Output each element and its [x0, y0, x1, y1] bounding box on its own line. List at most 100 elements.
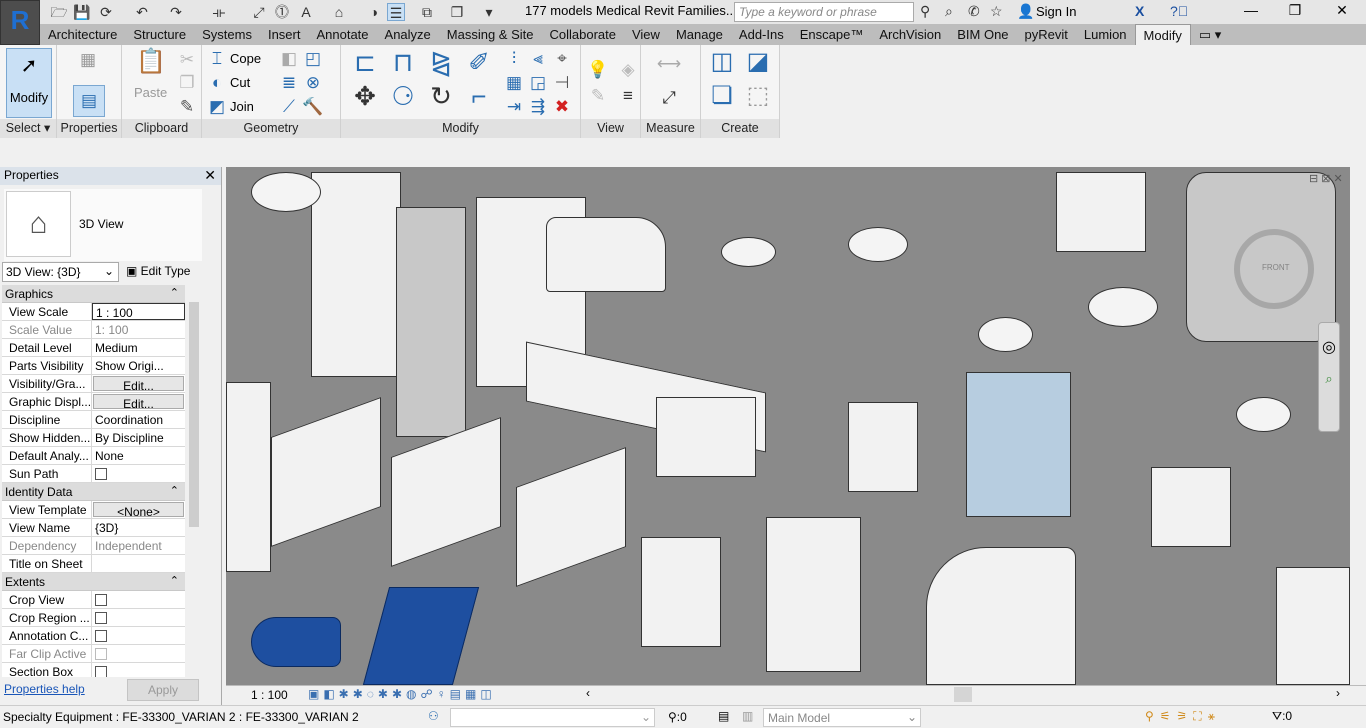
scroll-left-icon[interactable]: ‹: [586, 686, 590, 700]
3d-view-icon[interactable]: ⌂: [330, 3, 348, 21]
paint-icon[interactable]: ◰: [302, 48, 324, 70]
group-extents[interactable]: Extents ⌃: [2, 573, 185, 591]
override-graphics-icon[interactable]: ◈: [617, 59, 639, 81]
binoculars-icon[interactable]: ⚲: [920, 3, 930, 20]
sign-in-button[interactable]: Sign In: [1036, 4, 1076, 19]
trim-extend-icon[interactable]: ⌐: [463, 83, 495, 117]
tab-massing-site[interactable]: Massing & Site: [439, 24, 542, 45]
navigation-bar[interactable]: ◎ ⌕: [1318, 322, 1340, 432]
save-icon[interactable]: 💾: [73, 3, 91, 21]
hammer-icon[interactable]: 🔨: [302, 96, 324, 118]
property-value[interactable]: Coordination: [92, 411, 185, 428]
search-input[interactable]: Type a keyword or phrase: [734, 2, 914, 22]
undo-icon[interactable]: ↶: [133, 3, 151, 21]
linework-icon[interactable]: ✎: [587, 85, 609, 107]
property-checkbox[interactable]: [95, 666, 107, 677]
maximize-button[interactable]: ❐: [1280, 2, 1310, 19]
collapse-icon[interactable]: ⌃: [170, 574, 179, 587]
create-parts-icon[interactable]: ◪: [743, 50, 773, 81]
horizontal-scroll-thumb[interactable]: [954, 687, 972, 702]
select-dropdown[interactable]: Select ▾: [0, 119, 56, 138]
array-icon[interactable]: ▦: [503, 72, 525, 94]
open-icon[interactable]: 🗁: [50, 3, 68, 21]
aligned-dimension-icon[interactable]: ⤢: [651, 87, 687, 109]
design-option-dropdown[interactable]: Main Model ⌄: [763, 708, 921, 727]
property-edit-button[interactable]: Edit...: [93, 394, 184, 409]
sync-icon[interactable]: ⟳: [97, 3, 115, 21]
subscription-icon[interactable]: ⌕: [945, 3, 953, 20]
redo-icon[interactable]: ↷: [167, 3, 185, 21]
collapse-icon[interactable]: ⌃: [170, 484, 179, 497]
tab-enscape[interactable]: Enscape™: [792, 24, 872, 45]
trim-single-icon[interactable]: ⇥: [503, 96, 525, 118]
demolish-icon[interactable]: ⟋: [278, 96, 300, 118]
offset-icon[interactable]: ⊓: [387, 49, 419, 83]
favorites-star-icon[interactable]: ☆: [990, 3, 1003, 20]
property-checkbox[interactable]: [95, 612, 107, 624]
tab-lumion[interactable]: Lumion: [1076, 24, 1135, 45]
move-icon[interactable]: ✥: [349, 83, 381, 117]
measure-icon[interactable]: ⟛: [210, 3, 228, 21]
property-value[interactable]: [92, 609, 185, 626]
property-value[interactable]: [92, 591, 185, 608]
split-face-icon[interactable]: ◧: [278, 48, 300, 70]
scale-icon[interactable]: ◲: [527, 72, 549, 94]
hide-element-icon[interactable]: 💡: [587, 59, 609, 81]
zoom-icon[interactable]: ⌕: [1319, 371, 1339, 387]
cut-button[interactable]: Cut: [230, 75, 250, 90]
application-menu-button[interactable]: R: [0, 0, 40, 45]
group-graphics[interactable]: Graphics ⌃: [2, 285, 185, 303]
rotate-icon[interactable]: ↻: [425, 83, 457, 117]
design-options-icon[interactable]: ▤: [718, 709, 729, 723]
dimension-icon[interactable]: ⤢: [250, 3, 268, 21]
measure-distance-icon[interactable]: ⟷: [651, 53, 687, 75]
ribbon-display-toggle[interactable]: ▭ ▾: [1191, 24, 1229, 45]
apply-button[interactable]: Apply: [127, 679, 199, 701]
create-group-icon[interactable]: ❏: [707, 84, 737, 115]
tab-modify[interactable]: Modify: [1134, 24, 1191, 45]
cope-button[interactable]: Cope: [230, 51, 261, 66]
beam-column-joins-icon[interactable]: ⊗: [302, 72, 324, 94]
tab-insert[interactable]: Insert: [260, 24, 309, 45]
tab-structure[interactable]: Structure: [125, 24, 194, 45]
property-value[interactable]: Medium: [92, 339, 185, 356]
unpin-icon[interactable]: ⌖: [551, 48, 573, 70]
split-with-gap-icon[interactable]: ⫷: [527, 48, 549, 70]
property-value[interactable]: [92, 465, 185, 482]
tab-architecture[interactable]: Architecture: [40, 24, 125, 45]
viewcube[interactable]: FRONT: [1234, 229, 1314, 309]
delete-icon[interactable]: ✖: [551, 96, 573, 118]
filter-icon[interactable]: ⛛:0: [1272, 709, 1292, 724]
scroll-right-icon[interactable]: ›: [1336, 686, 1340, 700]
join-icon[interactable]: ◩: [206, 96, 228, 118]
thin-lines-icon[interactable]: ☰: [387, 3, 405, 21]
copy-element-icon[interactable]: ⚆: [387, 83, 419, 117]
worksets-icon[interactable]: ⚇: [428, 709, 439, 723]
close-views-icon[interactable]: ⧉: [418, 3, 436, 21]
close-icon[interactable]: ✕: [204, 167, 216, 184]
collapse-icon[interactable]: ⌃: [170, 286, 179, 299]
tab-pyrevit[interactable]: pyRevit: [1017, 24, 1076, 45]
edit-type-button[interactable]: ▣ Edit Type: [126, 264, 190, 278]
property-value[interactable]: 1 : 100: [92, 303, 185, 320]
property-checkbox[interactable]: [95, 594, 107, 606]
thin-lines-icon[interactable]: ≡: [617, 85, 639, 107]
tag-icon[interactable]: ⓵: [273, 3, 291, 21]
cut-geometry-icon[interactable]: ◐: [206, 72, 228, 94]
group-identity-data[interactable]: Identity Data ⌃: [2, 483, 185, 501]
property-value[interactable]: [92, 663, 185, 677]
workset-dropdown[interactable]: ⌄: [450, 708, 655, 727]
join-button[interactable]: Join: [230, 99, 254, 114]
tab-archvision[interactable]: ArchVision: [871, 24, 949, 45]
tab-view[interactable]: View: [624, 24, 668, 45]
properties-toggle-icon[interactable]: ▤: [73, 85, 105, 117]
pin-icon[interactable]: ⊣: [551, 72, 573, 94]
property-checkbox[interactable]: [95, 630, 107, 642]
modify-button[interactable]: ➚ Modify: [6, 48, 52, 118]
customize-icon[interactable]: ▾: [480, 3, 498, 21]
property-checkbox[interactable]: [95, 468, 107, 480]
property-value[interactable]: None: [92, 447, 185, 464]
selection-options-icons[interactable]: ⚲⚟⚞⛶⚹: [1145, 709, 1221, 724]
tab-add-ins[interactable]: Add-Ins: [731, 24, 792, 45]
exchange-apps-icon[interactable]: X: [1135, 3, 1144, 19]
